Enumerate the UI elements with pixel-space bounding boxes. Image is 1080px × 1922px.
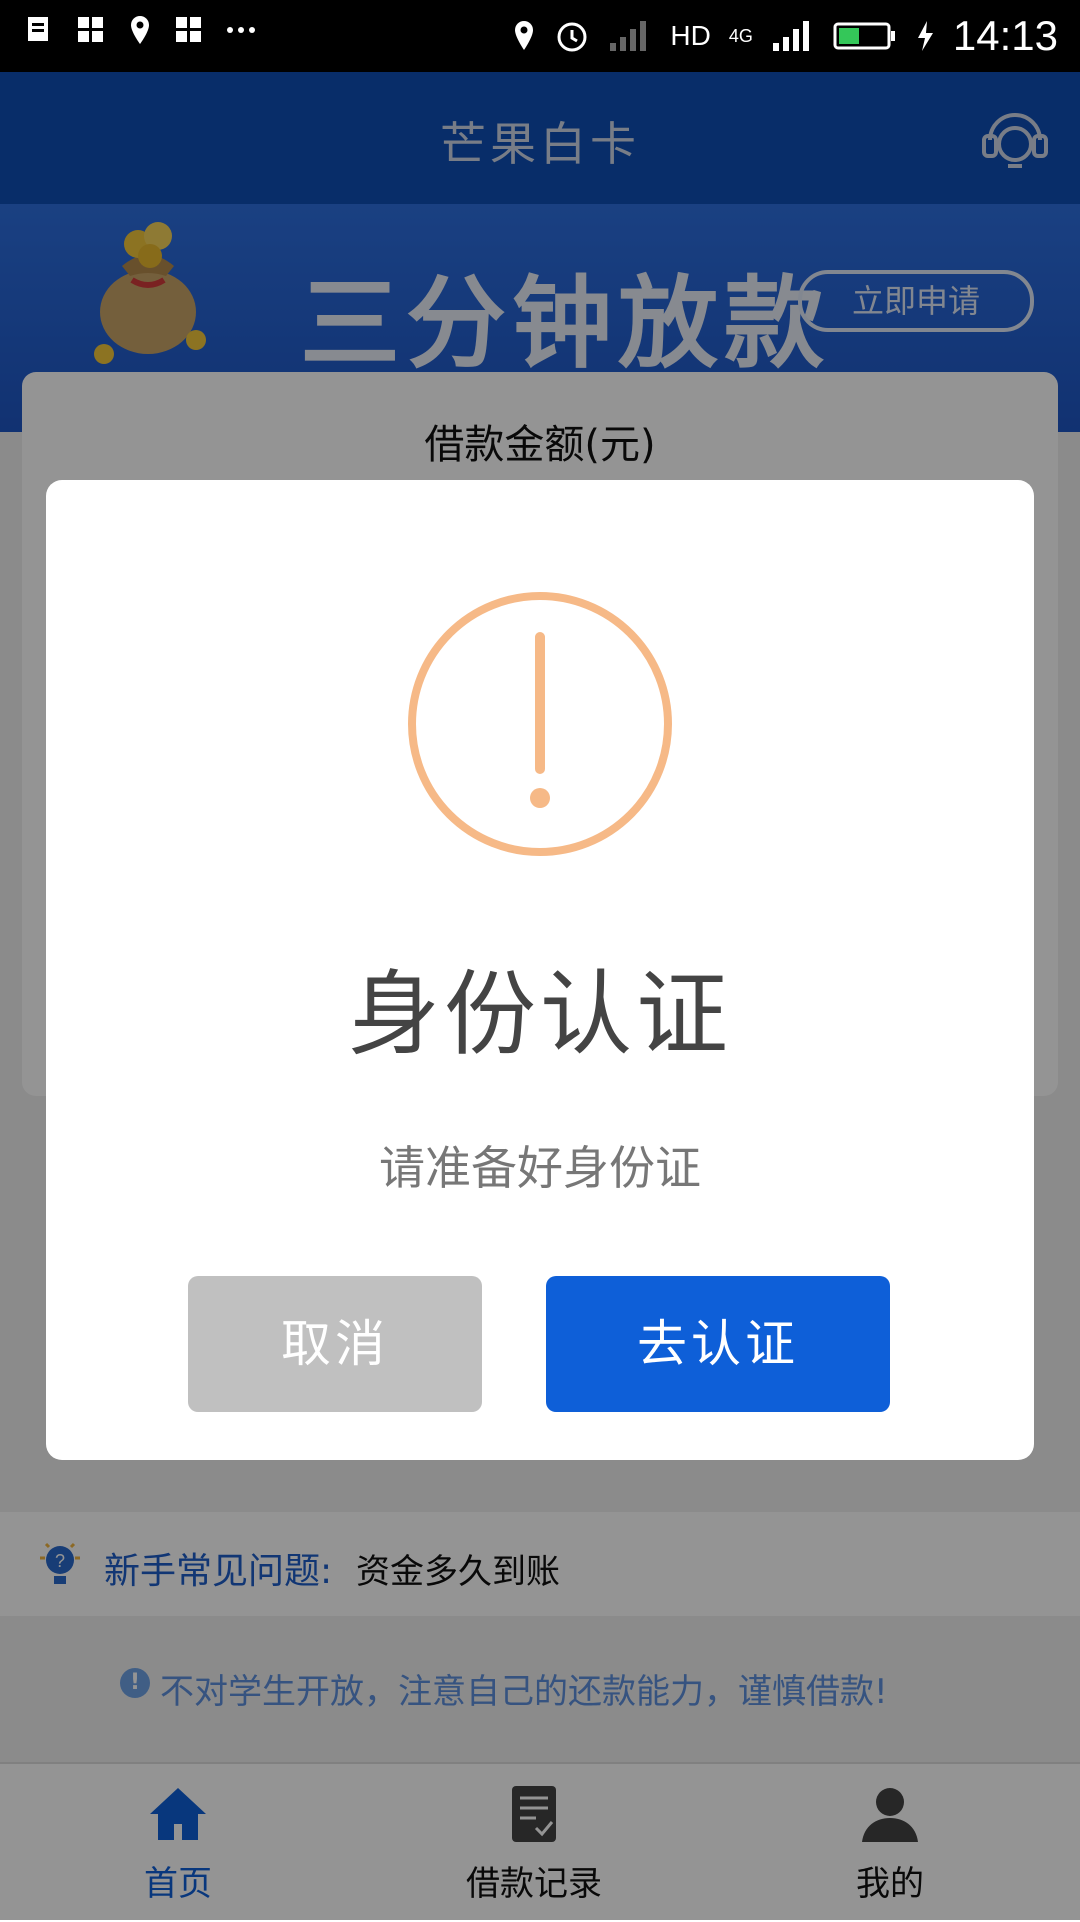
identity-verification-dialog: 身份认证 请准备好身份证 取消 去认证 (46, 480, 1034, 1460)
alarm-icon (557, 22, 587, 52)
clock: 14:13 (952, 12, 1058, 59)
charging-icon (917, 21, 933, 51)
exclamation-circle-icon (408, 592, 672, 856)
network-type: 4G (728, 25, 753, 46)
message-icon (28, 17, 48, 41)
network-label: HD (670, 20, 711, 51)
apps-icon (176, 17, 201, 42)
cancel-button[interactable]: 取消 (188, 1276, 482, 1412)
apps-icon (78, 17, 103, 42)
go-verify-button[interactable]: 去认证 (546, 1276, 890, 1412)
location-icon (131, 16, 149, 44)
status-bar: HD 4G 14:13 (0, 0, 1080, 72)
more-icon (227, 27, 255, 33)
status-notifications (26, 14, 256, 46)
signal-icon (610, 21, 647, 51)
location-icon (515, 21, 534, 50)
battery-icon (833, 22, 895, 50)
status-system: HD 4G 14:13 (512, 12, 1058, 60)
dialog-message: 请准备好身份证 (379, 1141, 701, 1195)
signal-icon (772, 21, 809, 51)
dialog-title: 身份认证 (347, 961, 732, 1068)
